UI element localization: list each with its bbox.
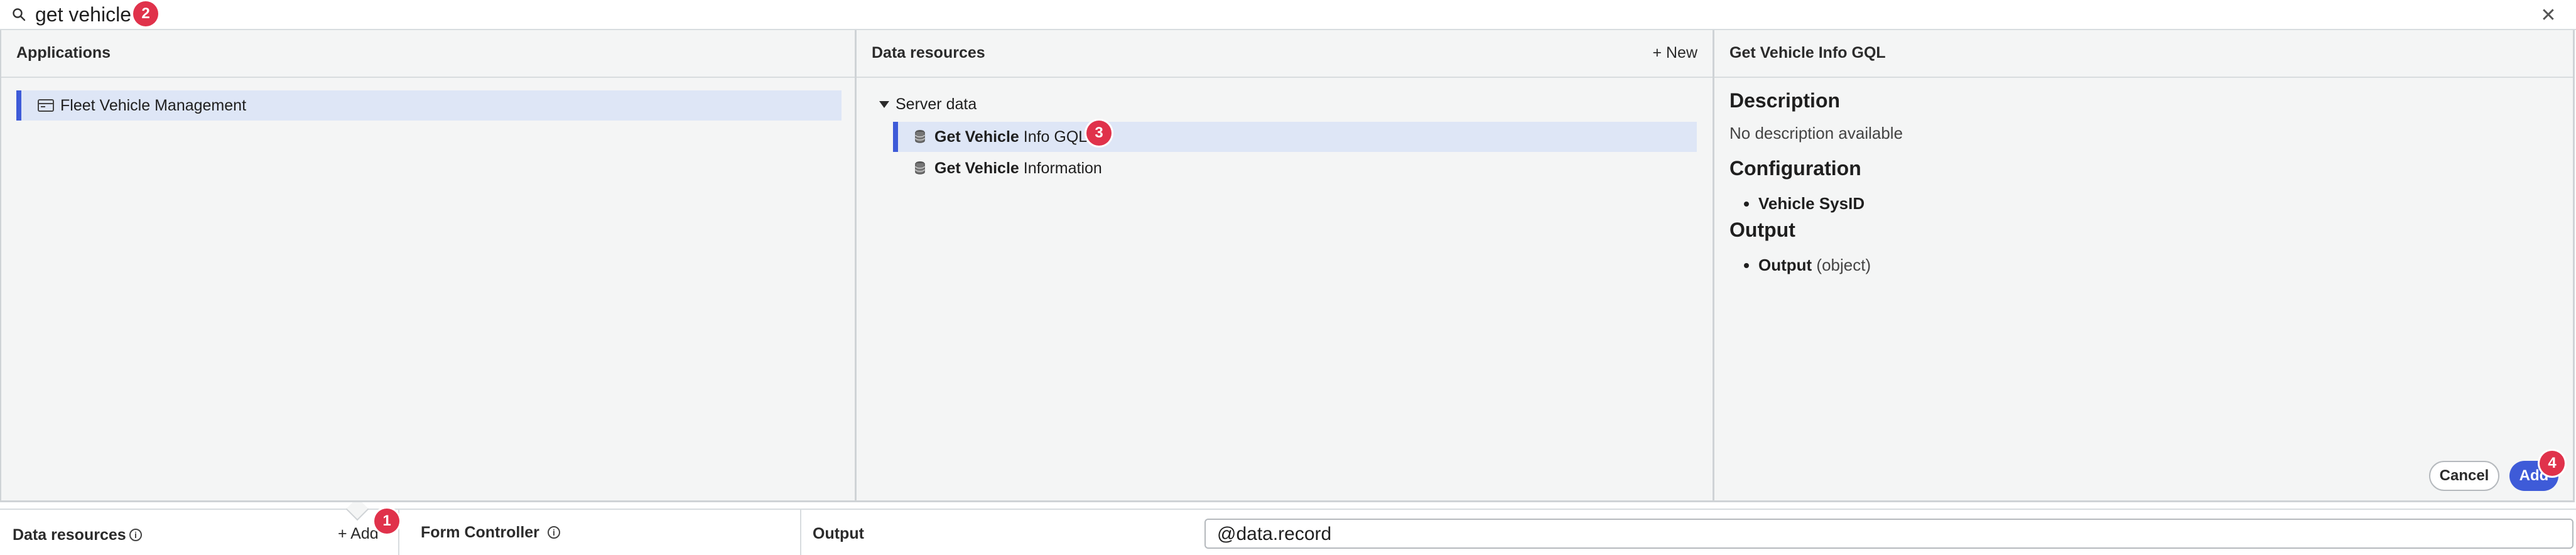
applications-header: Applications <box>1 29 855 78</box>
step-badge: 3 <box>1086 121 1112 146</box>
info-icon[interactable]: i <box>548 526 560 539</box>
caret-down-icon[interactable] <box>879 101 889 108</box>
step-badge: 4 <box>2540 451 2565 476</box>
output-item-type: (object) <box>1812 256 1871 274</box>
data-resource-item-label: Get Vehicle Information <box>934 159 1102 178</box>
data-resource-item-label: Get Vehicle Info GQL <box>934 128 1087 146</box>
configuration-heading: Configuration <box>1729 157 1861 180</box>
database-icon <box>915 130 925 143</box>
configuration-list: Vehicle SysID <box>1729 194 2546 213</box>
search-bar: ✕ <box>0 0 2576 30</box>
application-item-fleet-vehicle-management[interactable]: Fleet Vehicle Management <box>16 90 842 121</box>
step-badge: 1 <box>374 509 399 534</box>
output-item: Output (object) <box>1758 256 2546 275</box>
data-resource-item-get-vehicle-info-gql[interactable]: Get Vehicle Info GQL <box>893 122 1697 152</box>
output-label: Output <box>813 525 864 542</box>
match-highlight: Get Vehicle <box>934 128 1019 146</box>
label-rest: Information <box>1019 159 1102 177</box>
label-rest: Info GQL <box>1019 128 1088 146</box>
application-item-label: Fleet Vehicle Management <box>60 97 247 114</box>
description-heading: Description <box>1729 89 1841 112</box>
match-highlight: Get Vehicle <box>934 159 1019 177</box>
data-resources-label: Data resources <box>13 526 126 544</box>
detail-title: Get Vehicle Info GQL <box>1729 43 1886 62</box>
server-data-label: Server data <box>896 95 977 113</box>
detail-header: Get Vehicle Info GQL <box>1714 29 2573 78</box>
description-text: No description available <box>1729 124 1903 143</box>
app-window-icon <box>38 99 54 112</box>
data-resources-header: Data resources + New <box>857 29 1713 78</box>
data-resources-title: Data resources <box>872 43 985 62</box>
database-icon <box>915 161 925 175</box>
form-controller-section: Form Controller i <box>399 510 801 555</box>
output-value-field[interactable]: @data.record <box>1204 519 2573 549</box>
step-badge: 2 <box>133 1 158 26</box>
search-icon <box>13 8 26 21</box>
applications-panel: Applications Fleet Vehicle Management <box>0 29 857 502</box>
server-data-group[interactable]: Server data <box>879 95 977 114</box>
configuration-item: Vehicle SysID <box>1758 194 2546 213</box>
selection-indicator <box>893 122 898 152</box>
cancel-button[interactable]: Cancel <box>2429 461 2499 491</box>
new-data-resource-button[interactable]: + New <box>1652 44 1697 62</box>
search-input[interactable] <box>35 2 412 27</box>
output-value-text: @data.record <box>1217 524 1332 544</box>
data-resources-section: Data resources i + Add <box>0 510 399 555</box>
form-controller-label: Form Controller <box>421 524 539 541</box>
output-heading: Output <box>1729 218 1795 241</box>
close-icon[interactable]: ✕ <box>2537 4 2560 26</box>
info-icon[interactable]: i <box>129 529 142 541</box>
selection-indicator <box>16 90 21 121</box>
output-item-name: Output <box>1758 256 1812 274</box>
applications-title: Applications <box>16 43 111 62</box>
data-resource-item-get-vehicle-information[interactable]: Get Vehicle Information <box>893 153 1697 183</box>
detail-panel: Get Vehicle Info GQL Description No desc… <box>1714 29 2575 502</box>
data-resources-panel: Data resources + New Server data Get Veh… <box>857 29 1714 502</box>
output-list: Output (object) <box>1729 256 2546 275</box>
detail-body: Description No description available Con… <box>1729 89 2546 275</box>
add-data-resource-button[interactable]: + Add <box>338 525 379 543</box>
